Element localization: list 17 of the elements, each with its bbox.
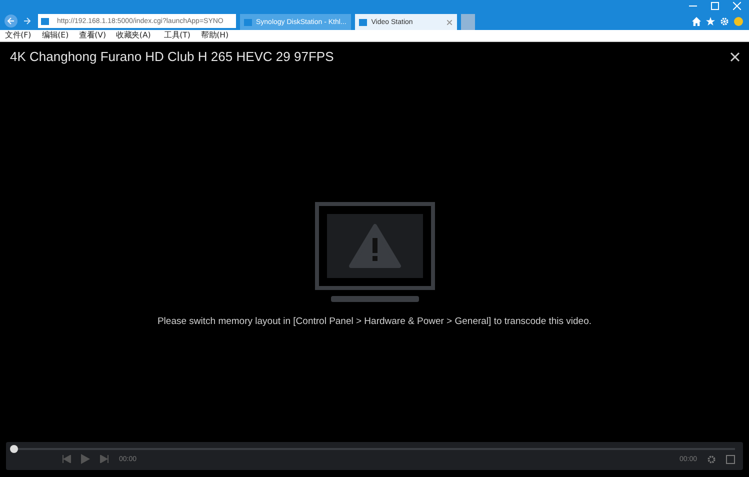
seek-handle[interactable] — [10, 445, 18, 453]
forward-icon[interactable] — [22, 16, 32, 26]
back-icon[interactable] — [4, 14, 18, 28]
video-title: 4K Changhong Furano HD Club H 265 HEVC 29 97FPS — [10, 49, 334, 64]
maximize-icon[interactable] — [711, 2, 719, 10]
site-icon — [244, 18, 252, 26]
play-icon[interactable] — [81, 454, 90, 464]
star-icon[interactable] — [706, 16, 715, 26]
previous-icon[interactable] — [62, 455, 71, 463]
error-message: Please switch memory layout in [Control Panel > Hardware & Power > General] to transcode this video. — [157, 316, 592, 326]
settings-icon[interactable] — [707, 454, 716, 464]
fullscreen-icon[interactable] — [726, 454, 735, 464]
close-icon[interactable] — [730, 52, 740, 62]
site-icon — [41, 18, 49, 24]
site-icon — [359, 18, 368, 26]
next-icon[interactable] — [100, 455, 109, 463]
home-icon[interactable] — [692, 16, 701, 26]
